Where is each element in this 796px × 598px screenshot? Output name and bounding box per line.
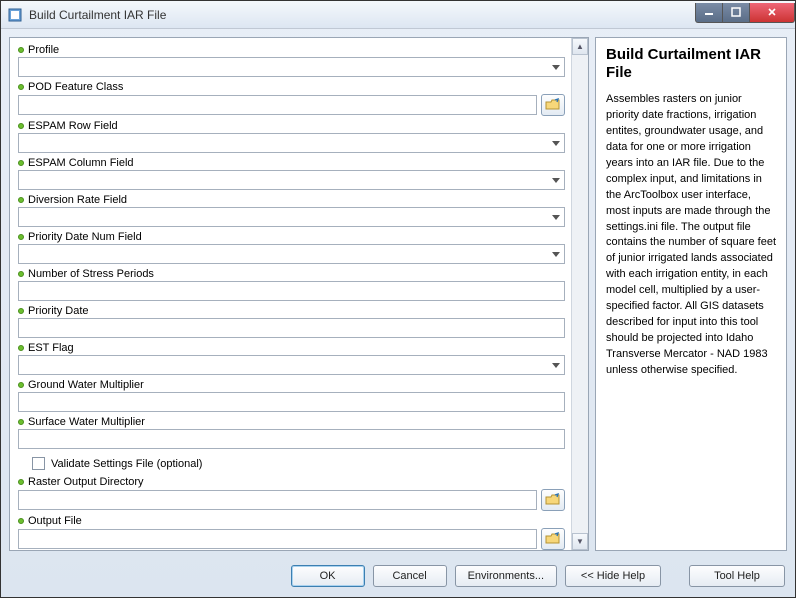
field-label: Priority Date Num Field [28,231,142,243]
tool-help-button[interactable]: Tool Help [689,565,785,587]
folder-open-icon [545,493,561,507]
field-diversion-rate: Diversion Rate Field [18,194,565,227]
help-panel: Build Curtailment IAR File Assembles ras… [595,37,787,551]
field-label: Validate Settings File (optional) [51,458,202,470]
required-indicator-icon [18,308,24,314]
window-title: Build Curtailment IAR File [29,8,696,22]
sw-multiplier-input[interactable] [18,429,565,449]
priority-date-input[interactable] [18,318,565,338]
field-validate-settings: Validate Settings File (optional) [18,453,565,476]
browse-button[interactable] [541,489,565,511]
maximize-button[interactable] [722,3,750,23]
browse-button[interactable] [541,94,565,116]
field-label: Number of Stress Periods [28,268,154,280]
titlebar[interactable]: Build Curtailment IAR File [1,1,795,29]
button-bar: OK Cancel Environments... << Hide Help T… [1,559,795,597]
field-label: ESPAM Column Field [28,157,134,169]
diversion-rate-dropdown[interactable] [18,207,565,227]
required-indicator-icon [18,419,24,425]
field-sw-multiplier: Surface Water Multiplier [18,416,565,449]
field-label: POD Feature Class [28,81,123,93]
field-priority-date: Priority Date [18,305,565,338]
field-label: Surface Water Multiplier [28,416,145,428]
field-label: Priority Date [28,305,89,317]
required-indicator-icon [18,123,24,129]
field-stress-periods: Number of Stress Periods [18,268,565,301]
ok-button[interactable]: OK [291,565,365,587]
gw-multiplier-input[interactable] [18,392,565,412]
hide-help-button[interactable]: << Hide Help [565,565,661,587]
app-icon [7,7,23,23]
field-label: Output File [28,515,82,527]
help-title: Build Curtailment IAR File [606,46,776,82]
minimize-button[interactable] [695,3,723,23]
field-pod-feature-class: POD Feature Class [18,81,565,116]
field-label: EST Flag [28,342,74,354]
field-label: Raster Output Directory [28,476,144,488]
field-profile: Profile [18,44,565,77]
field-label: Diversion Rate Field [28,194,127,206]
folder-open-icon [545,532,561,546]
pod-input[interactable] [18,95,537,115]
scroll-track[interactable] [572,55,588,533]
raster-output-input[interactable] [18,490,537,510]
required-indicator-icon [18,518,24,524]
help-body: Assembles rasters on junior priority dat… [606,92,776,379]
cancel-button[interactable]: Cancel [373,565,447,587]
stress-periods-input[interactable] [18,281,565,301]
field-output-file: Output File [18,515,565,550]
required-indicator-icon [18,271,24,277]
parameters-panel: Profile POD Feature Class ESPAM Row Fiel… [9,37,589,551]
required-indicator-icon [18,160,24,166]
window-controls [696,3,795,23]
required-indicator-icon [18,479,24,485]
espam-column-dropdown[interactable] [18,170,565,190]
est-flag-dropdown[interactable] [18,355,565,375]
close-button[interactable] [749,3,795,23]
field-est-flag: EST Flag [18,342,565,375]
validate-settings-checkbox[interactable] [32,457,45,470]
profile-dropdown[interactable] [18,57,565,77]
field-espam-column: ESPAM Column Field [18,157,565,190]
environments-button[interactable]: Environments... [455,565,557,587]
field-label: Ground Water Multiplier [28,379,144,391]
field-espam-row: ESPAM Row Field [18,120,565,153]
required-indicator-icon [18,234,24,240]
browse-button[interactable] [541,528,565,550]
priority-date-num-dropdown[interactable] [18,244,565,264]
dialog-window: Build Curtailment IAR File Profile POD F… [0,0,796,598]
required-indicator-icon [18,382,24,388]
content-area: Profile POD Feature Class ESPAM Row Fiel… [1,29,795,559]
folder-open-icon [545,98,561,112]
scroll-down-button[interactable]: ▼ [572,533,588,550]
field-label: ESPAM Row Field [28,120,118,132]
required-indicator-icon [18,345,24,351]
vertical-scrollbar[interactable]: ▲ ▼ [571,38,588,550]
espam-row-dropdown[interactable] [18,133,565,153]
field-gw-multiplier: Ground Water Multiplier [18,379,565,412]
field-raster-output-dir: Raster Output Directory [18,476,565,511]
scroll-up-button[interactable]: ▲ [572,38,588,55]
output-file-input[interactable] [18,529,537,549]
required-indicator-icon [18,84,24,90]
field-label: Profile [28,44,59,56]
field-priority-date-num: Priority Date Num Field [18,231,565,264]
required-indicator-icon [18,197,24,203]
required-indicator-icon [18,47,24,53]
parameters-scroll: Profile POD Feature Class ESPAM Row Fiel… [10,38,571,550]
